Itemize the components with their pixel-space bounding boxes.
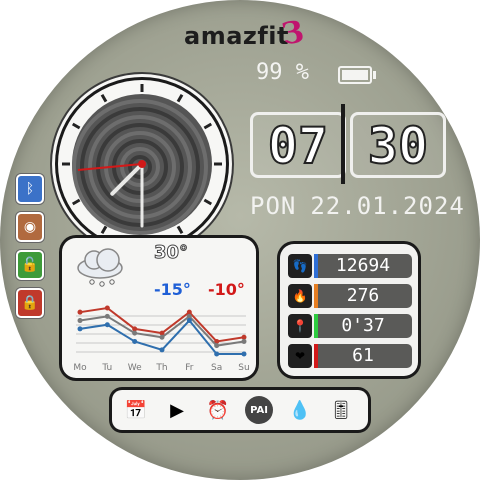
bluetooth-button[interactable]: ᛒ <box>16 174 44 204</box>
unlock-button[interactable]: 🔓 <box>16 250 44 280</box>
battery-percent: 99 % <box>256 60 309 85</box>
stat-row-calories[interactable]: 🔥 276 <box>288 284 412 308</box>
minute-display: 30 <box>350 112 446 178</box>
stat-row-heart-rate[interactable]: ❤ 61 <box>288 344 412 368</box>
analog-clock[interactable] <box>58 80 226 248</box>
forecast-day-label: Fr <box>185 363 194 373</box>
temperature-high: -10° <box>208 280 245 299</box>
do-not-disturb-icon: ◉ <box>23 219 37 235</box>
forecast-point <box>214 351 220 357</box>
hour-display: 07 <box>250 112 346 178</box>
battery-indicator: 99 % <box>256 60 376 88</box>
cloud-snow-icon <box>77 248 123 287</box>
forecast-point <box>186 318 192 324</box>
date-value: 22.01.2024 <box>310 192 465 220</box>
calories-icon: 🔥 <box>288 284 312 308</box>
app-dock: 📅 ▶ ⏰ PAI 💧 🎚 <box>112 390 368 430</box>
heart-rate-icon: ❤ <box>288 344 312 368</box>
forecast-day-label: Th <box>155 363 167 373</box>
date-display: PON 22.01.2024 <box>250 192 465 220</box>
health-stats-panel: 👣 12694 🔥 276 📍 0'37 ❤ 61 <box>280 244 418 376</box>
forecast-day-label: Mo <box>73 363 87 373</box>
minute-digits: 30 <box>367 116 429 176</box>
weather-widget[interactable]: Mo Tu We Th Fr Sa Su 30° -15° -10° <box>62 238 256 378</box>
analog-clock-dial <box>62 84 222 244</box>
stress-icon[interactable]: 💧 <box>286 396 314 424</box>
music-player-icon[interactable]: ▶ <box>163 396 191 424</box>
forecast-point <box>132 338 138 344</box>
forecast-point <box>77 318 83 324</box>
stat-value: 276 <box>314 284 412 308</box>
forecast-point <box>104 322 110 328</box>
stat-value: 12694 <box>314 254 412 278</box>
forecast-point <box>241 338 247 344</box>
forecast-point <box>159 334 165 340</box>
time-divider <box>341 104 345 184</box>
forecast-day-label: We <box>128 363 142 373</box>
brand-logo: amazfit З <box>178 14 318 58</box>
alarm-icon[interactable]: ⏰ <box>204 396 232 424</box>
forecast-day-label: Sa <box>211 363 222 373</box>
steps-icon: 👣 <box>288 254 312 278</box>
hour-digits: 07 <box>267 116 329 176</box>
stat-accent-bar <box>314 284 318 308</box>
forecast-point <box>241 351 247 357</box>
do-not-disturb-button[interactable]: ◉ <box>16 212 44 242</box>
settings-sliders-icon[interactable]: 🎚 <box>327 396 355 424</box>
brand-mark: З <box>279 14 307 53</box>
forecast-point <box>104 313 110 319</box>
forecast-point <box>132 330 138 336</box>
unlock-icon: 🔓 <box>21 257 39 273</box>
battery-fill <box>342 70 368 80</box>
stat-row-distance[interactable]: 📍 0'37 <box>288 314 412 338</box>
temperature-low: -15° <box>154 280 191 299</box>
current-temperature: 30° <box>153 242 189 264</box>
calendar-icon[interactable]: 📅 <box>122 396 150 424</box>
stat-accent-bar <box>314 254 318 278</box>
forecast-point <box>159 347 165 353</box>
battery-icon <box>338 66 376 84</box>
forecast-point <box>77 309 83 315</box>
bluetooth-icon: ᛒ <box>25 181 35 197</box>
clock-center <box>138 160 146 168</box>
stat-accent-bar <box>314 344 318 368</box>
forecast-day-label: Tu <box>101 363 112 373</box>
stat-accent-bar <box>314 314 318 338</box>
forecast-point <box>104 305 110 311</box>
stat-row-steps[interactable]: 👣 12694 <box>288 254 412 278</box>
lock-button[interactable]: 🔒 <box>16 288 44 318</box>
distance-icon: 📍 <box>288 314 312 338</box>
stat-value: 61 <box>314 344 412 368</box>
forecast-point <box>214 343 220 349</box>
forecast-day-label: Su <box>238 363 249 373</box>
stat-value: 0'37 <box>314 314 412 338</box>
brand-text: amazfit <box>184 22 290 50</box>
day-of-week: PON <box>250 192 297 220</box>
pai-icon[interactable]: PAI <box>245 396 273 424</box>
lock-icon: 🔒 <box>21 295 39 311</box>
forecast-point <box>77 326 83 332</box>
